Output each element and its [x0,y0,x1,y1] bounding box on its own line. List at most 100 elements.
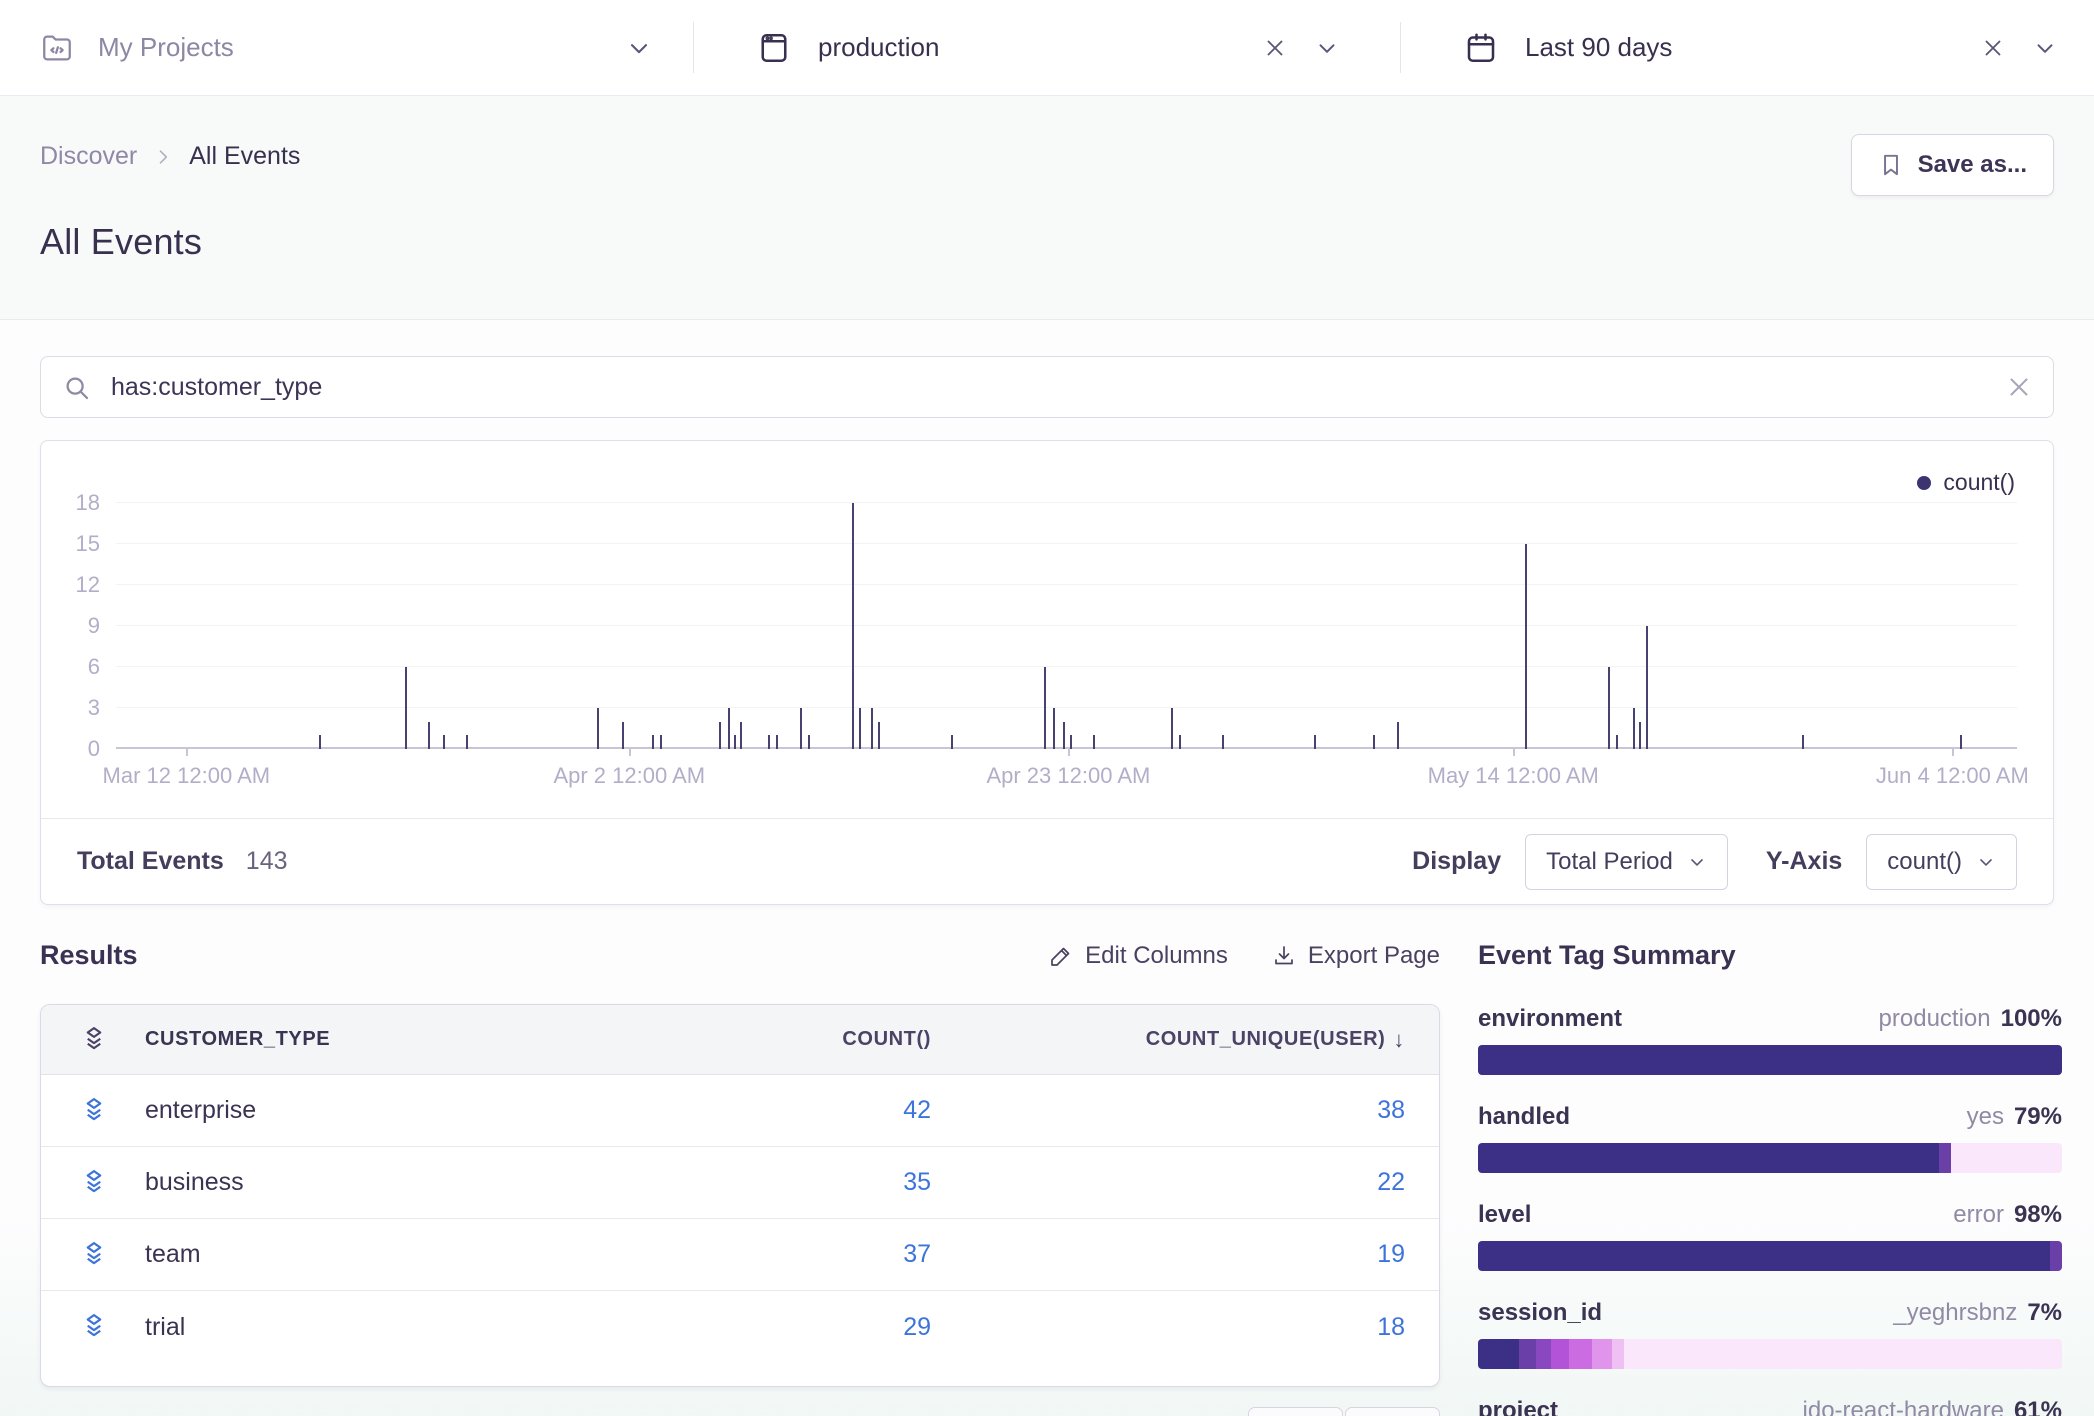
tag-distribution-bar[interactable] [1478,1045,2062,1075]
tag-top-value: ido-react-hardware [1803,1397,2004,1416]
x-axis-tick-label: May 14 12:00 AM [1428,763,1599,789]
environment-chevron-down-icon[interactable] [1312,33,1342,63]
tag-entry: project ido-react-hardware 61% [1478,1397,2062,1416]
breadcrumb-discover-link[interactable]: Discover [40,142,137,171]
y-gridline [116,502,2017,503]
column-count[interactable]: COUNT() [651,1028,931,1051]
calendar-icon [1463,30,1499,66]
chart-bar [878,722,880,749]
table-header-row: CUSTOMER_TYPE COUNT() COUNT_UNIQUE(USER)… [41,1005,1439,1075]
top-bar: My Projects production [0,0,2094,96]
chart-bar [622,722,624,749]
table-pagination [1248,1407,1440,1416]
date-range-selector[interactable]: Last 90 days [1401,0,2094,95]
chart-bar [852,503,854,749]
y-gridline [116,584,2017,585]
y-axis-tick-label: 0 [88,736,100,762]
x-axis-tick [1952,749,1954,756]
table-row: team 37 19 [41,1219,1439,1291]
tag-name: environment [1478,1005,1622,1033]
tag-bar-segment [1478,1339,1519,1369]
environment-selector[interactable]: production [694,0,1400,95]
chart-bar [652,735,654,749]
x-axis-tick-label: Apr 2 12:00 AM [553,763,705,789]
table-row: enterprise 42 38 [41,1075,1439,1147]
cell-count-unique-link[interactable]: 19 [1377,1240,1405,1269]
cell-count-link[interactable]: 35 [903,1168,931,1196]
export-page-button[interactable]: Export Page [1272,942,1440,970]
cell-count-link[interactable]: 42 [903,1096,931,1124]
date-range-clear-icon[interactable] [1978,33,2008,63]
y-gridline [116,666,2017,667]
tag-top-value: yes [1967,1103,2004,1131]
chart-bar [443,735,445,749]
chart-bar [1960,735,1962,749]
chart-bar [405,667,407,749]
edit-columns-button[interactable]: Edit Columns [1049,942,1228,970]
projects-folder-icon [40,31,74,65]
yaxis-chevron-down-icon [1976,852,1996,872]
event-tag-summary: Event Tag Summary environment production… [1478,940,2062,1416]
chart-plot[interactable]: 0369121518Mar 12 12:00 AMApr 2 12:00 AMA… [116,503,2017,749]
cell-count-unique-link[interactable]: 22 [1377,1168,1405,1197]
tag-distribution-bar[interactable] [1478,1241,2062,1271]
sort-desc-arrow-icon: ↓ [1393,1027,1405,1053]
previous-page-button[interactable] [1248,1407,1343,1416]
x-axis-tick [629,749,631,756]
chart-bar [1608,667,1610,749]
cell-customer-type: team [131,1240,651,1269]
total-events-label: Total Events [77,847,224,876]
environment-label: production [818,32,939,63]
environment-clear-icon[interactable] [1260,33,1290,63]
yaxis-dropdown-value: count() [1887,848,1962,876]
cell-count-link[interactable]: 29 [903,1313,931,1341]
x-axis-tick [1068,749,1070,756]
search-clear-icon[interactable] [2002,370,2036,404]
project-selector[interactable]: My Projects [0,0,693,95]
cell-count-unique-link[interactable]: 18 [1377,1313,1405,1342]
cell-count-unique-link[interactable]: 38 [1377,1096,1405,1125]
save-as-button[interactable]: Save as... [1851,134,2054,196]
tag-bar-segment [1478,1241,2050,1271]
x-axis-tick-label: Mar 12 12:00 AM [103,763,271,789]
layers-icon [79,1025,131,1055]
x-axis-tick-label: Apr 23 12:00 AM [986,763,1150,789]
y-axis-tick-label: 3 [88,695,100,721]
chart-bar [1616,735,1618,749]
date-range-chevron-down-icon[interactable] [2030,33,2060,63]
y-axis-tick-label: 9 [88,613,100,639]
edit-columns-label: Edit Columns [1085,942,1228,970]
tag-name: handled [1478,1103,1570,1131]
tag-distribution-bar[interactable] [1478,1143,2062,1173]
results-header: Results Edit Columns Export Page [40,940,1440,971]
project-chevron-down-icon[interactable] [625,34,653,62]
environment-window-icon [756,30,792,66]
chart-x-axis-line [116,747,2017,749]
page-header: Discover All Events Save as... All Event… [0,96,2094,320]
chart-bar [1171,708,1173,749]
tag-bar-segment [1478,1045,2062,1075]
chart-bar [1525,544,1527,749]
tag-bar-segment [1939,1143,1951,1173]
column-customer-type[interactable]: CUSTOMER_TYPE [131,1028,651,1051]
cell-customer-type: trial [131,1313,651,1342]
chart-bar [319,735,321,749]
y-axis-tick-label: 18 [76,490,100,516]
tag-top-value: error [1953,1201,2004,1229]
display-dropdown-value: Total Period [1546,848,1673,876]
search-input[interactable] [40,356,2054,418]
x-axis-tick-label: Jun 4 12:00 AM [1876,763,2029,789]
column-count-unique-user[interactable]: COUNT_UNIQUE(USER) ↓ [931,1027,1439,1053]
yaxis-dropdown[interactable]: count() [1866,834,2017,890]
display-dropdown[interactable]: Total Period [1525,834,1728,890]
next-page-button[interactable] [1345,1407,1440,1416]
tag-distribution-bar[interactable] [1478,1339,2062,1369]
chart-bar [859,708,861,749]
cell-count-link[interactable]: 37 [903,1240,931,1268]
pencil-icon [1049,944,1073,968]
layers-icon-blue [79,1168,131,1198]
chart-bar [800,708,802,749]
chart-bar [466,735,468,749]
y-gridline [116,707,2017,708]
save-as-label: Save as... [1918,151,2027,179]
